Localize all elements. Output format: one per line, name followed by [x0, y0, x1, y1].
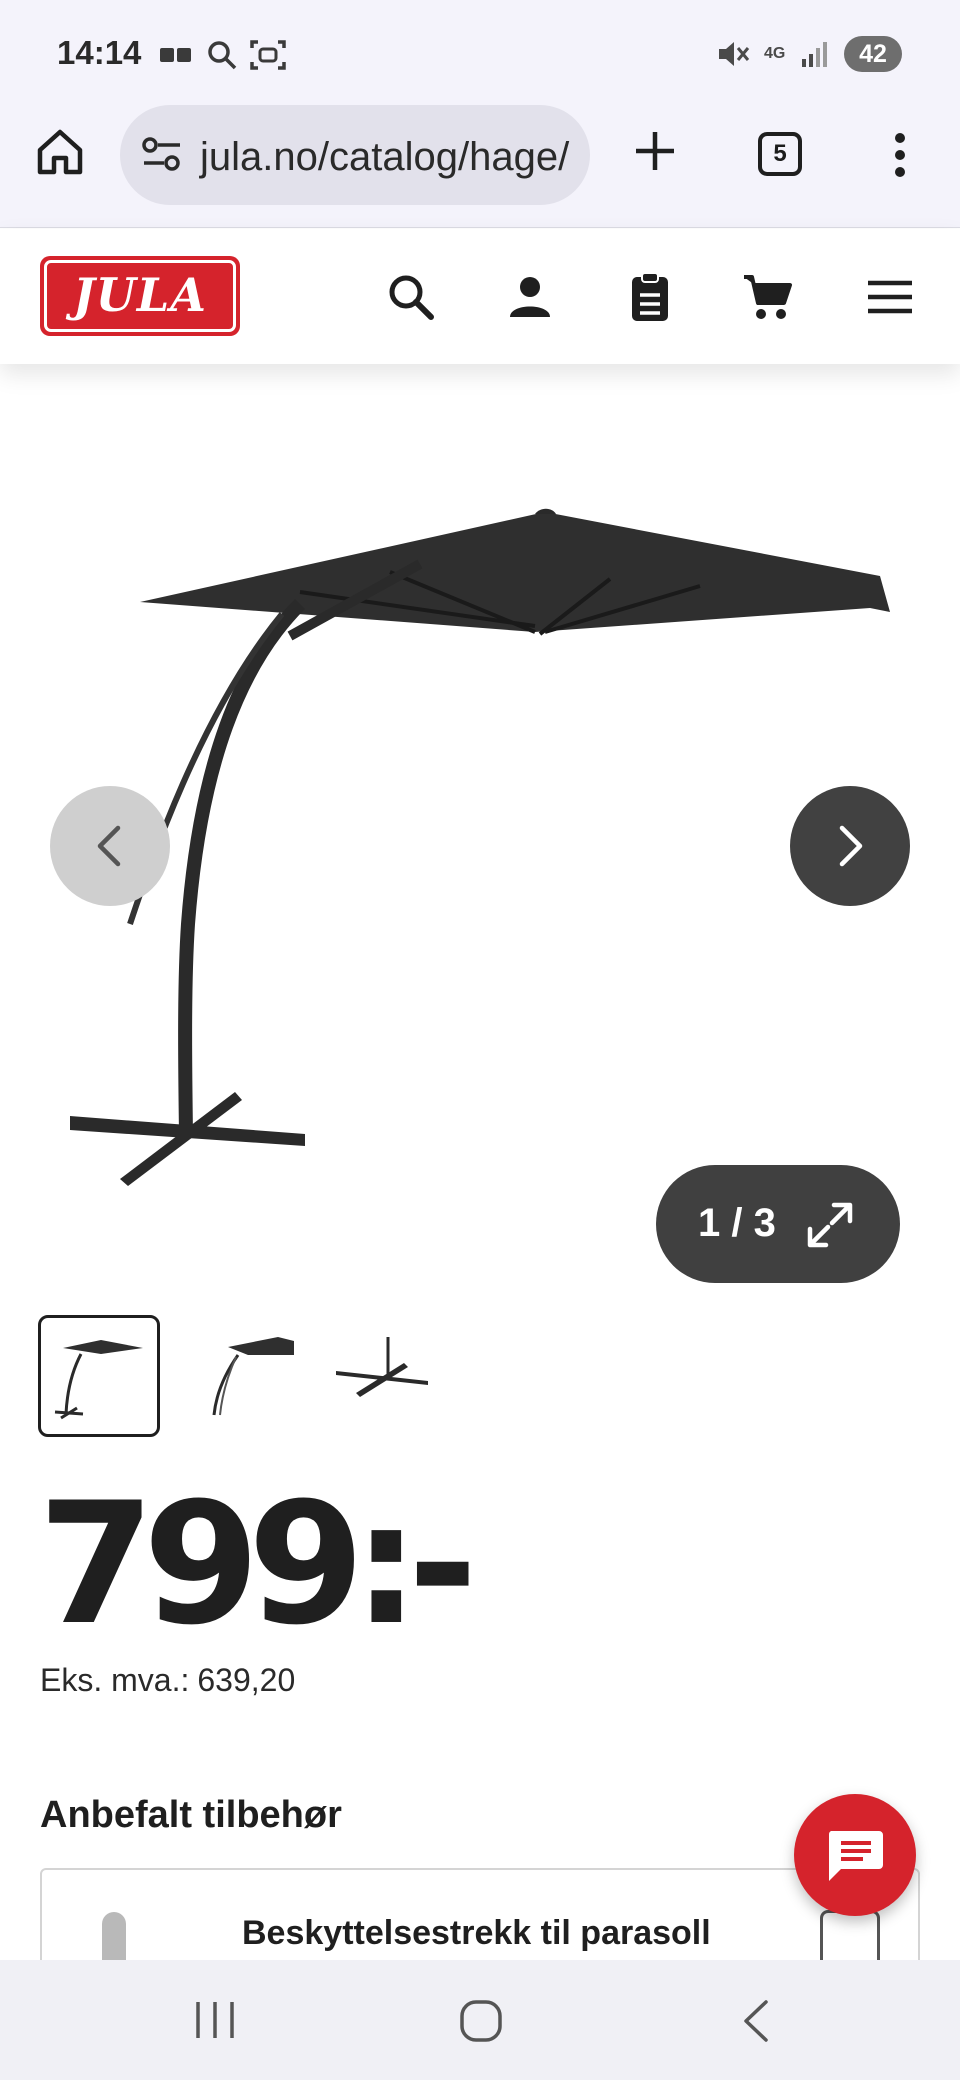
site-settings-icon[interactable]: [140, 135, 184, 175]
account-icon[interactable]: [502, 269, 558, 325]
home-icon[interactable]: [34, 126, 86, 178]
more-options-icon[interactable]: [880, 130, 920, 180]
hamburger-menu-icon[interactable]: [862, 269, 918, 325]
gallery-next-button[interactable]: [790, 786, 910, 906]
ex-vat-value: 639,20: [197, 1662, 296, 1698]
jula-logo[interactable]: JULA: [40, 256, 240, 336]
thumbnail-2[interactable]: [188, 1315, 310, 1437]
search-notification-icon: [208, 41, 237, 70]
chat-icon: [828, 1831, 883, 1881]
battery-indicator: 42: [844, 36, 902, 72]
thumbnail-3[interactable]: [328, 1315, 450, 1437]
status-time: 14:14: [57, 34, 142, 71]
recent-apps-icon[interactable]: [190, 1998, 240, 2042]
chevron-right-icon: [839, 825, 863, 867]
signal-icon: [802, 42, 827, 67]
url-text: jula.no/catalog/hage/: [200, 135, 570, 179]
logo-text: JULA: [44, 260, 236, 332]
product-image-gallery[interactable]: 1 / 3: [0, 364, 960, 1294]
tab-switcher-button[interactable]: 5: [758, 132, 802, 176]
new-tab-icon[interactable]: [630, 126, 680, 176]
gallery-prev-button[interactable]: [50, 786, 170, 906]
thumbnail-1[interactable]: [38, 1315, 160, 1437]
gallery-counter-fullscreen-button[interactable]: 1 / 3: [656, 1165, 900, 1283]
price-ex-vat: Eks. mva.: 639,20: [40, 1662, 295, 1699]
browser-toolbar: jula.no/catalog/hage/ 5: [0, 100, 960, 228]
search-icon[interactable]: [383, 269, 439, 325]
chevron-left-icon: [97, 825, 121, 867]
address-bar[interactable]: jula.no/catalog/hage/: [120, 105, 590, 205]
network-type: 4G: [764, 45, 786, 62]
system-navigation-bar: [0, 1960, 960, 2080]
site-header: JULA: [0, 229, 960, 364]
thumbnail-image: [212, 1337, 294, 1416]
thumbnail-image: [336, 1337, 428, 1397]
expand-icon: [807, 1202, 853, 1248]
shopping-list-icon[interactable]: [622, 269, 678, 325]
mute-icon: [719, 42, 750, 66]
chat-button[interactable]: [794, 1794, 916, 1916]
ex-vat-label: Eks. mva.:: [40, 1662, 190, 1698]
thumbnail-image: [54, 1340, 143, 1420]
cart-icon[interactable]: [740, 269, 796, 325]
back-icon[interactable]: [736, 1998, 776, 2044]
product-price: 799:-: [38, 1466, 478, 1662]
accessories-heading: Anbefalt tilbehør: [40, 1794, 342, 1836]
image-counter: 1 / 3: [698, 1201, 776, 1245]
status-notification-icons: [160, 38, 286, 72]
home-nav-icon[interactable]: [458, 1998, 504, 2044]
screenshot-icon: [250, 40, 286, 70]
accessory-name[interactable]: Beskyttelsestrekk til parasoll: [242, 1914, 711, 1953]
status-bar: 14:14 4G 42: [0, 0, 960, 100]
status-system-icons: 4G 42: [716, 36, 902, 72]
notification-icon: [160, 48, 191, 62]
